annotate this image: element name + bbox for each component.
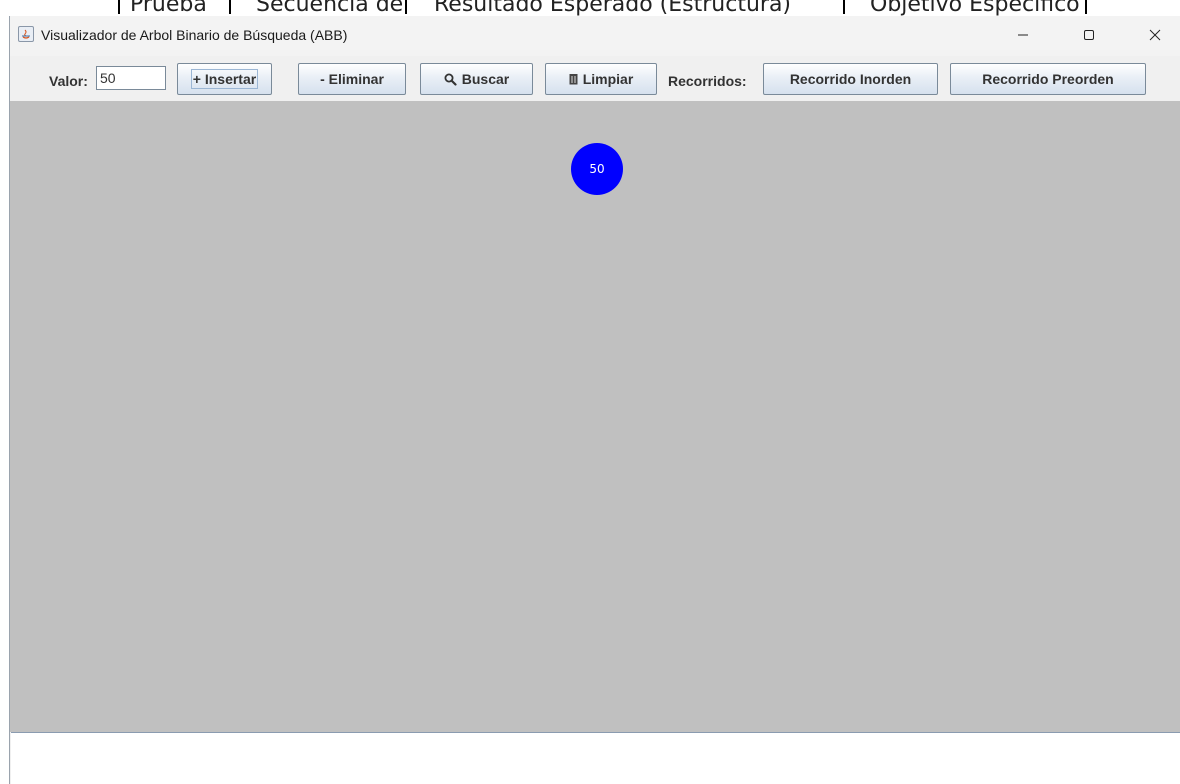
background-window-strip: Prueba Secuencia de Resultado Esperado (… [0, 0, 1180, 16]
preorder-button-label: Recorrido Preorden [982, 71, 1114, 87]
close-icon [1149, 29, 1161, 41]
maximize-icon [1084, 30, 1094, 40]
insert-button-label: + Insertar [190, 69, 259, 89]
minimize-icon [1018, 34, 1028, 36]
background-divider [1085, 0, 1087, 14]
inorder-button[interactable]: Recorrido Inorden [763, 63, 938, 95]
close-button[interactable] [1132, 16, 1178, 54]
delete-button[interactable]: - Eliminar [298, 63, 406, 95]
magnifier-icon [444, 73, 457, 86]
tree-canvas[interactable]: 50 [10, 101, 1180, 732]
background-divider [118, 0, 120, 14]
toolbar: Valor: + Insertar - Eliminar Buscar Limp… [10, 56, 1180, 101]
background-text: Secuencia de [256, 0, 404, 16]
preorder-button[interactable]: Recorrido Preorden [950, 63, 1146, 95]
delete-button-label: - Eliminar [320, 71, 384, 87]
clear-button[interactable]: Limpiar [545, 63, 657, 95]
maximize-button[interactable] [1066, 16, 1112, 54]
search-button[interactable]: Buscar [420, 63, 533, 95]
background-divider [405, 0, 407, 14]
background-divider [843, 0, 845, 14]
search-button-label: Buscar [461, 71, 510, 87]
tree-node-label: 50 [589, 162, 604, 176]
traversals-label: Recorridos: [668, 73, 747, 89]
background-text: Prueba [130, 0, 207, 16]
background-divider [229, 0, 231, 14]
valor-input[interactable] [96, 66, 166, 90]
background-text: Resultado Esperado (Estructura) [434, 0, 792, 16]
tree-svg: 50 [571, 143, 623, 195]
valor-label: Valor: [49, 73, 88, 89]
output-area[interactable] [11, 732, 1180, 784]
background-text: Objetivo Específico [870, 0, 1080, 16]
insert-button[interactable]: + Insertar [177, 63, 272, 95]
minimize-button[interactable] [1000, 16, 1046, 54]
title-bar[interactable]: Visualizador de Arbol Binario de Búsqued… [10, 16, 1180, 56]
app-window: Visualizador de Arbol Binario de Búsqued… [9, 16, 1180, 784]
window-title: Visualizador de Arbol Binario de Búsqued… [41, 27, 348, 43]
trash-icon [569, 74, 578, 85]
java-app-icon [18, 26, 34, 42]
clear-button-label: Limpiar [582, 71, 634, 87]
inorder-button-label: Recorrido Inorden [789, 71, 912, 87]
